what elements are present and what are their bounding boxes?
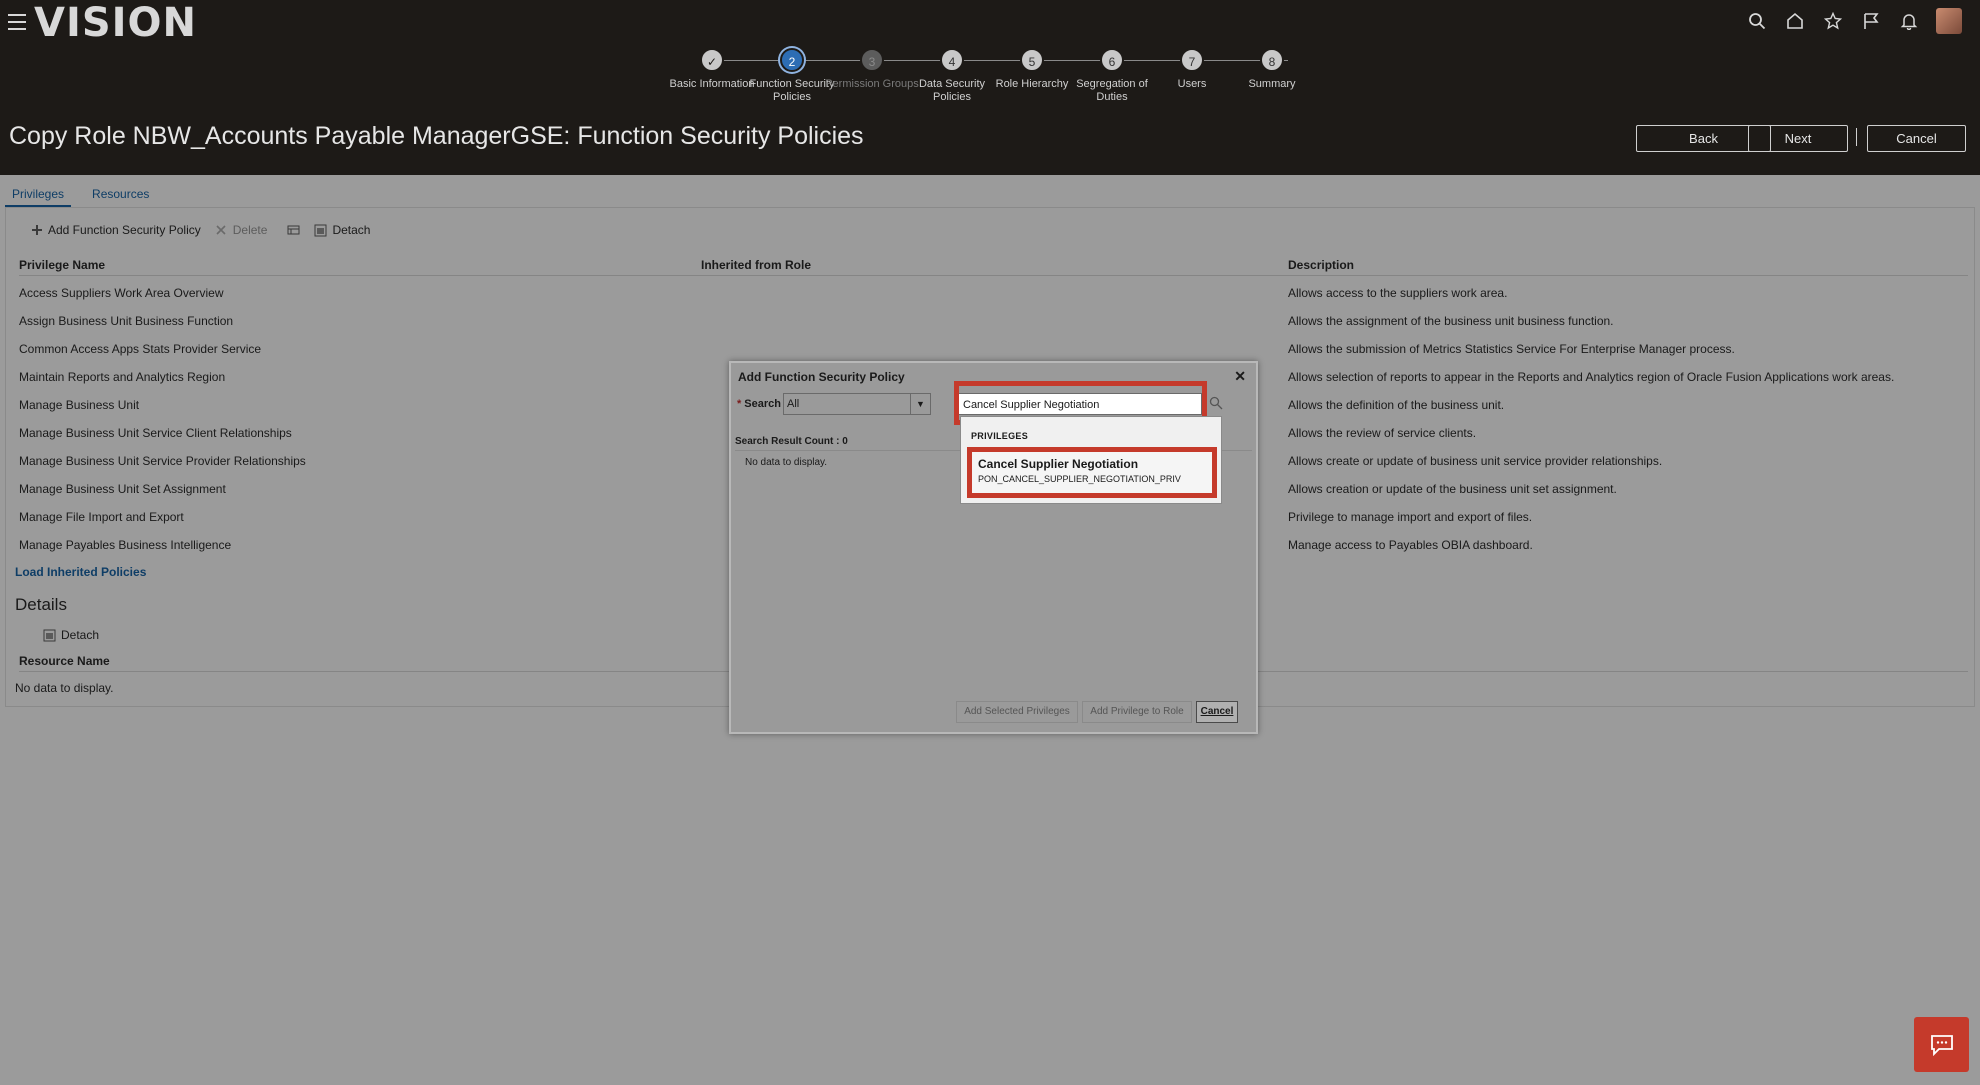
app-logo[interactable]: VISION — [34, 0, 197, 46]
chat-icon — [1930, 1034, 1953, 1056]
tab-privileges[interactable]: Privileges — [5, 185, 72, 207]
suggestion-item[interactable]: Cancel Supplier Negotiation PON_CANCEL_S… — [967, 447, 1217, 498]
search-icon[interactable] — [1746, 10, 1768, 32]
delete-x-icon — [215, 224, 228, 237]
add-selected-privileges-button[interactable]: Add Selected Privileges — [956, 701, 1078, 723]
col-resource-name[interactable]: Resource Name — [19, 654, 110, 668]
privilege-description: Manage access to Payables OBIA dashboard… — [1288, 538, 1533, 552]
required-indicator: * — [737, 398, 742, 410]
privileges-table-header: Privilege Name Inherited from Role Descr… — [19, 254, 1968, 276]
checkmark-icon: ✓ — [700, 48, 724, 72]
dialog-cancel-button[interactable]: Cancel — [1196, 701, 1238, 723]
details-heading: Details — [15, 595, 67, 614]
details-detach-button[interactable]: Detach — [43, 628, 99, 642]
dialog-title: Add Function Security Policy — [738, 370, 905, 384]
view-options-button[interactable] — [287, 224, 300, 237]
delete-label: Delete — [232, 223, 268, 237]
train-stop-label: Summary — [1248, 78, 1296, 90]
train-stop-summary[interactable]: 8 Summary — [1222, 48, 1322, 91]
privileges-toolbar: Add Function Security Policy Delete Deta… — [30, 223, 370, 237]
privilege-name: Manage Business Unit Service Provider Re… — [19, 454, 306, 468]
search-scope-select[interactable]: All ▼ — [783, 393, 931, 415]
add-function-security-policy-dialog: Add Function Security Policy ✕ * Search A… — [729, 361, 1258, 734]
close-icon[interactable]: ✕ — [1234, 368, 1246, 385]
cancel-button[interactable]: Cancel — [1867, 125, 1966, 152]
privilege-description: Allows creation or update of the busines… — [1288, 482, 1617, 496]
train-stop-number: 5 — [1020, 48, 1044, 72]
delete-button[interactable]: Delete — [215, 223, 268, 237]
search-scope-value: All — [787, 398, 800, 410]
col-description[interactable]: Description — [1288, 258, 1354, 272]
page-title: Copy Role NBW_Accounts Payable ManagerGS… — [9, 122, 864, 150]
search-icon[interactable] — [1209, 396, 1223, 410]
privilege-name: Manage Payables Business Intelligence — [19, 538, 232, 552]
table-row[interactable]: Common Access Apps Stats Provider Servic… — [19, 334, 1968, 362]
privilege-name: Manage File Import and Export — [19, 510, 184, 524]
detach-label: Detach — [61, 628, 100, 642]
train-stop-number: 6 — [1100, 48, 1124, 72]
privilege-name: Manage Business Unit Set Assignment — [19, 482, 226, 496]
privilege-name: Maintain Reports and Analytics Region — [19, 370, 226, 384]
privilege-description: Privilege to manage import and export of… — [1288, 510, 1533, 524]
table-settings-icon — [287, 224, 300, 237]
privilege-description: Allows the submission of Metrics Statist… — [1288, 342, 1735, 356]
detach-button[interactable]: Detach — [314, 223, 370, 237]
detach-icon — [314, 224, 327, 237]
no-data-message: No data to display. — [745, 457, 828, 468]
table-row[interactable]: Access Suppliers Work Area Overview Allo… — [19, 278, 1968, 306]
button-separator — [1856, 128, 1857, 146]
tab-resources[interactable]: Resources — [85, 185, 156, 207]
autosuggest-dropdown: PRIVILEGES Cancel Supplier Negotiation P… — [960, 416, 1222, 504]
privilege-name: Common Access Apps Stats Provider Servic… — [19, 342, 262, 356]
plus-icon — [30, 224, 43, 237]
process-train: ✓ Basic Information 2 Function Security … — [670, 48, 1322, 118]
search-label-text: Search — [744, 398, 781, 410]
col-inherited-from-role[interactable]: Inherited from Role — [701, 258, 811, 272]
privilege-description: Allows selection of reports to appear in… — [1288, 370, 1895, 384]
privilege-description: Allows the review of service clients. — [1288, 426, 1477, 440]
bell-icon[interactable] — [1898, 10, 1920, 32]
suggestion-title: Cancel Supplier Negotiation — [978, 457, 1139, 471]
train-stop-number: 2 — [780, 48, 804, 72]
privilege-name: Manage Business Unit — [19, 398, 140, 412]
header-icons — [1746, 8, 1962, 34]
chevron-down-icon[interactable]: ▼ — [910, 394, 930, 414]
flag-icon[interactable] — [1860, 10, 1882, 32]
privilege-description: Allows the definition of the business un… — [1288, 398, 1505, 412]
privilege-name: Assign Business Unit Business Function — [19, 314, 234, 328]
train-stop-number: 7 — [1180, 48, 1204, 72]
home-icon[interactable] — [1784, 10, 1806, 32]
suggestion-code: PON_CANCEL_SUPPLIER_NEGOTIATION_PRIV — [978, 474, 1181, 484]
col-privilege-name[interactable]: Privilege Name — [19, 258, 105, 272]
add-privilege-to-role-button[interactable]: Add Privilege to Role — [1082, 701, 1192, 723]
star-icon[interactable] — [1822, 10, 1844, 32]
privilege-name: Access Suppliers Work Area Overview — [19, 286, 224, 300]
detach-label: Detach — [332, 223, 371, 237]
search-label: * Search — [737, 398, 781, 410]
detach-icon — [43, 629, 56, 642]
avatar[interactable] — [1936, 8, 1962, 34]
add-policy-label: Add Function Security Policy — [48, 223, 201, 237]
train-stop-number: 4 — [940, 48, 964, 72]
global-header: VISION ✓ Basic Information 2 Function Se… — [0, 0, 1980, 175]
resource-empty-message: No data to display. — [15, 681, 114, 695]
privilege-description: Allows access to the suppliers work area… — [1288, 286, 1508, 300]
train-stop-number: 3 — [860, 48, 884, 72]
privilege-description: Allows the assignment of the business un… — [1288, 314, 1614, 328]
privilege-name: Manage Business Unit Service Client Rela… — [19, 426, 292, 440]
chat-button[interactable] — [1914, 1017, 1969, 1072]
search-result-count: Search Result Count : 0 — [735, 436, 848, 447]
privilege-description: Allows create or update of business unit… — [1288, 454, 1663, 468]
next-button[interactable]: Next — [1748, 125, 1848, 152]
menu-icon[interactable] — [8, 14, 26, 30]
load-inherited-policies-link[interactable]: Load Inherited Policies — [15, 565, 146, 579]
table-row[interactable]: Assign Business Unit Business Function A… — [19, 306, 1968, 334]
train-stop-number: 8 — [1260, 48, 1284, 72]
dropdown-group-label: PRIVILEGES — [971, 431, 1029, 441]
add-policy-button[interactable]: Add Function Security Policy — [30, 223, 201, 237]
tab-bar: Privileges Resources — [5, 185, 156, 207]
